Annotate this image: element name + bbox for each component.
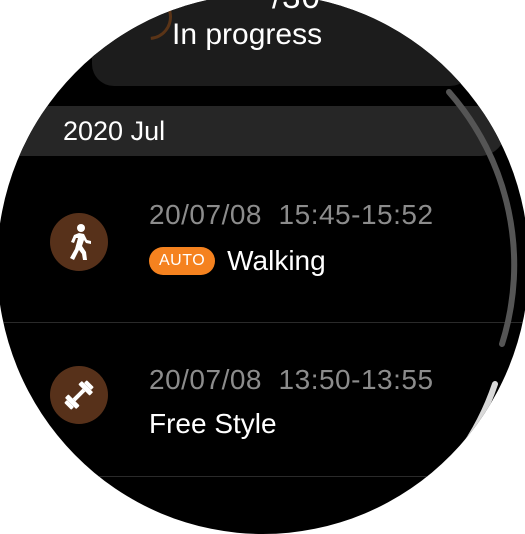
scrollbar[interactable]	[0, 0, 525, 534]
scrollbar-track	[446, 89, 518, 347]
watch-screen: /30 - 07/1 In progress 2020 Jul 20/07/08…	[0, 0, 525, 534]
scrollbar-thumb[interactable]	[456, 381, 498, 457]
